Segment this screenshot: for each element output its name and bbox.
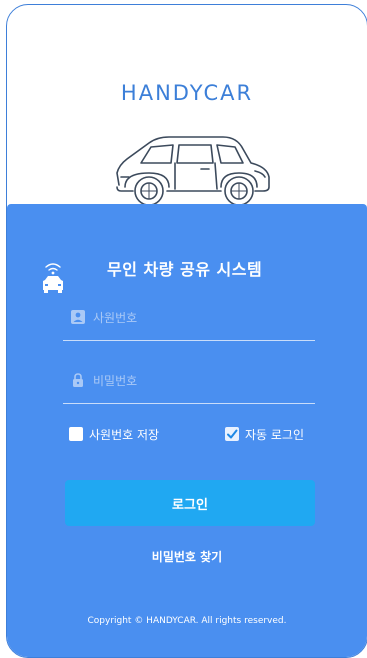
employee-id-field	[63, 304, 315, 341]
employee-id-input[interactable]	[93, 307, 308, 329]
copyright-text: Copyright © HANDYCAR. All rights reserve…	[87, 616, 287, 626]
login-panel: 무인 차량 공유 시스템 사원번호 저장	[7, 204, 367, 657]
find-password-link[interactable]: 비밀번호 찾기	[7, 548, 367, 565]
password-field	[63, 367, 315, 404]
save-id-checkbox-box[interactable]	[69, 427, 83, 441]
car-illustration	[116, 136, 270, 206]
login-button[interactable]: 로그인	[65, 480, 315, 526]
save-id-checkbox[interactable]: 사원번호 저장	[69, 425, 159, 443]
system-title: 무인 차량 공유 시스템	[107, 260, 263, 279]
save-id-label: 사원번호 저장	[89, 427, 160, 442]
checkmark-icon	[227, 429, 238, 439]
auto-login-label: 자동 로그인	[245, 427, 305, 442]
auto-login-checkbox-box[interactable]	[225, 427, 239, 441]
auto-login-checkbox[interactable]: 자동 로그인	[225, 425, 304, 443]
lock-icon	[73, 373, 83, 387]
brand-logo: HANDYCAR	[120, 81, 254, 105]
password-input[interactable]	[93, 370, 308, 392]
car-wifi-icon	[43, 263, 63, 293]
login-screen: HANDYCAR 무인 차량 공유 시스템 사원번호 사원번호 저장 자동 로그…	[6, 4, 367, 658]
user-icon	[71, 310, 85, 324]
